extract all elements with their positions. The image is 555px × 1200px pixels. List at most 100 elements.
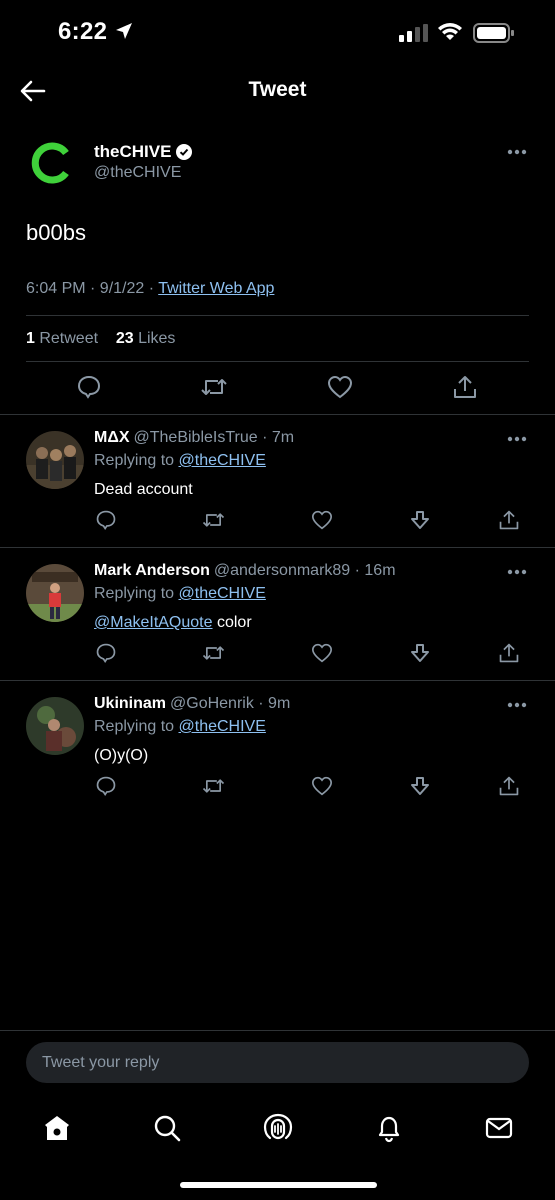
author-handle[interactable]: @theCHIVE (94, 164, 181, 182)
reply-header: MΔX @TheBibleIsTrue · 7m (94, 429, 294, 447)
replying-to: Replying to @theCHIVE (94, 585, 266, 603)
reply-icon (96, 776, 116, 796)
retweet-button[interactable] (200, 507, 226, 533)
reply-actions (0, 773, 555, 803)
reply-actions (0, 640, 555, 670)
tab-messages[interactable] (479, 1108, 519, 1148)
down-arrow-icon (411, 511, 429, 529)
reply-avatar[interactable] (26, 697, 84, 755)
tweet-actions (0, 372, 555, 406)
status-bar: 6:22 (0, 0, 555, 64)
location-arrow-icon (114, 21, 134, 46)
battery-icon (473, 22, 515, 49)
tweet-source-link[interactable]: Twitter Web App (158, 280, 274, 297)
replying-to-link[interactable]: @theCHIVE (179, 718, 266, 735)
tweet-meta: 6:04 PM · 9/1/22 · Twitter Web App (26, 280, 274, 298)
search-icon (154, 1115, 181, 1142)
heart-icon (327, 375, 353, 399)
reply-handle-time[interactable]: @GoHenrik · 9m (170, 695, 290, 712)
downvote-button[interactable] (407, 773, 433, 799)
reply-author-name[interactable]: MΔX (94, 429, 130, 446)
reply-avatar[interactable] (26, 431, 84, 489)
more-options-button[interactable] (502, 697, 532, 713)
bell-icon (378, 1116, 400, 1143)
home-indicator[interactable] (180, 1182, 377, 1188)
like-count: 23 (115, 330, 134, 347)
retweet-count: 1 (26, 330, 35, 347)
reply-tweet[interactable]: Mark Anderson @andersonmark89 · 16m Reply… (0, 547, 555, 680)
share-button[interactable] (450, 372, 480, 402)
reply-author-name[interactable]: Ukininam (94, 695, 166, 712)
reply-handle-time[interactable]: @TheBibleIsTrue · 7m (134, 429, 295, 446)
share-icon (499, 510, 519, 530)
share-button[interactable] (496, 773, 522, 799)
heart-icon (311, 510, 333, 530)
reply-icon (96, 643, 116, 663)
downvote-button[interactable] (407, 640, 433, 666)
like-button[interactable] (309, 773, 335, 799)
replying-to-link[interactable]: @theCHIVE (179, 452, 266, 469)
down-arrow-icon (411, 644, 429, 662)
like-button[interactable] (325, 372, 355, 402)
tab-spaces[interactable] (258, 1108, 298, 1148)
tab-notifications[interactable] (369, 1108, 409, 1148)
replying-prefix: Replying to (94, 452, 179, 469)
more-dots-icon (507, 569, 527, 575)
retweet-button[interactable] (200, 640, 226, 666)
more-dots-icon (507, 149, 527, 155)
reply-text: Dead account (94, 481, 193, 498)
retweet-icon (202, 646, 224, 660)
tab-home[interactable] (37, 1108, 77, 1148)
replying-to: Replying to @theCHIVE (94, 718, 266, 736)
like-button[interactable] (309, 507, 335, 533)
reply-button[interactable] (93, 507, 119, 533)
reply-header: Ukininam @GoHenrik · 9m (94, 695, 290, 713)
reply-text: @MakeItAQuote color (94, 614, 252, 632)
reply-button[interactable] (93, 640, 119, 666)
wifi-icon (437, 22, 463, 47)
author-name-text: theCHIVE (94, 142, 172, 161)
author-avatar[interactable] (26, 136, 80, 190)
like-label: Likes (133, 330, 176, 347)
more-dots-icon (507, 702, 527, 708)
retweet-icon (202, 779, 224, 793)
spaces-microphone-icon (263, 1113, 293, 1140)
like-button[interactable] (309, 640, 335, 666)
reply-avatar[interactable] (26, 564, 84, 622)
likes-stat[interactable]: 23 Likes (116, 330, 176, 347)
share-icon (499, 776, 519, 796)
reply-text-body: color (212, 614, 252, 631)
share-icon (454, 376, 476, 398)
more-options-button[interactable] (502, 431, 532, 447)
reply-handle-time[interactable]: @andersonmark89 · 16m (214, 562, 396, 579)
downvote-button[interactable] (407, 507, 433, 533)
reply-tweet[interactable]: MΔX @TheBibleIsTrue · 7m Replying to @the… (0, 414, 555, 547)
retweet-button[interactable] (199, 372, 229, 402)
tweet-stats: 1 Retweet 23 Likes (26, 330, 175, 348)
replying-prefix: Replying to (94, 718, 179, 735)
retweet-button[interactable] (200, 773, 226, 799)
reply-tweet[interactable]: Ukininam @GoHenrik · 9m Replying to @theC… (0, 680, 555, 813)
retweet-icon (201, 379, 227, 395)
tab-search[interactable] (147, 1108, 187, 1148)
more-dots-icon (507, 436, 527, 442)
reply-header: Mark Anderson @andersonmark89 · 16m (94, 562, 396, 580)
retweet-stat[interactable]: 1 Retweet (26, 330, 98, 347)
share-button[interactable] (496, 640, 522, 666)
replying-prefix: Replying to (94, 585, 179, 602)
reply-button[interactable] (74, 372, 104, 402)
reply-button[interactable] (93, 773, 119, 799)
more-options-button[interactable] (502, 564, 532, 580)
reply-input[interactable] (26, 1042, 529, 1083)
reply-author-name[interactable]: Mark Anderson (94, 562, 210, 579)
mention-link[interactable]: @MakeItAQuote (94, 614, 213, 631)
replying-to-link[interactable]: @theCHIVE (179, 585, 266, 602)
retweet-icon (202, 513, 224, 527)
author-name[interactable]: theCHIVE (94, 142, 193, 162)
top-nav: Tweet (0, 64, 555, 118)
reply-icon (77, 375, 101, 399)
reply-text: (O)y(O) (94, 747, 149, 764)
down-arrow-icon (411, 777, 429, 795)
share-button[interactable] (496, 507, 522, 533)
more-options-button[interactable] (502, 144, 532, 160)
